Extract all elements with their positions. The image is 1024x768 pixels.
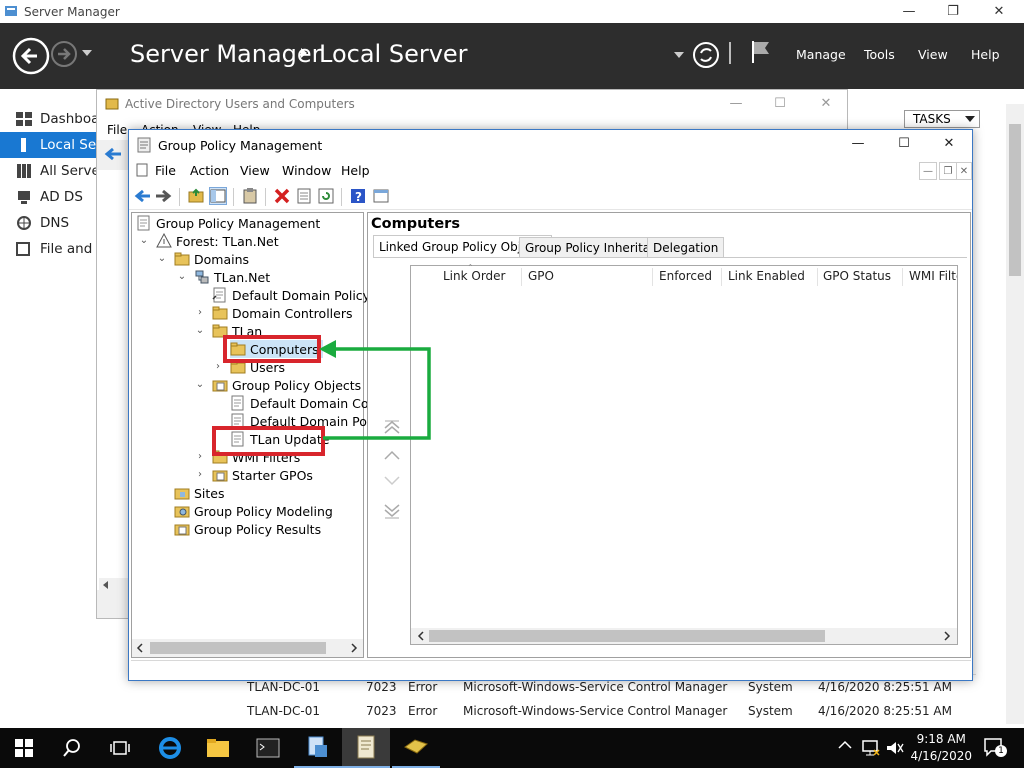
clock[interactable]: 9:18 AM 4/16/2020 — [910, 731, 972, 765]
taskbar-aduc[interactable] — [392, 728, 440, 768]
taskbar-server-manager[interactable] — [294, 728, 342, 768]
taskbar-file-explorer[interactable] — [194, 728, 242, 768]
search-button[interactable] — [48, 728, 96, 768]
server-manager-icon — [308, 736, 327, 757]
task-view-button[interactable] — [96, 728, 144, 768]
file-explorer-icon — [207, 739, 229, 757]
command-prompt-icon — [256, 738, 280, 758]
windows-logo-icon — [15, 739, 33, 757]
group-policy-icon — [357, 735, 375, 759]
internet-explorer-icon — [159, 737, 181, 759]
highlight-box-tlan-update — [212, 426, 325, 456]
volume-icon[interactable] — [886, 740, 904, 756]
annotation-arrow-line — [323, 347, 431, 440]
highlight-box-computers — [223, 335, 321, 363]
ad-users-computers-icon — [404, 739, 428, 754]
clock-time: 9:18 AM — [916, 732, 966, 746]
show-hidden-icons[interactable] — [838, 740, 852, 750]
start-button[interactable] — [0, 728, 48, 768]
search-icon — [63, 739, 80, 757]
notification-count-badge: 1 — [995, 745, 1007, 757]
annotation-arrow-head — [319, 340, 336, 358]
task-view-icon — [110, 741, 130, 755]
taskbar-powershell[interactable] — [244, 728, 292, 768]
taskbar-group-policy-management[interactable] — [342, 728, 390, 768]
annotation-overlay — [212, 335, 431, 456]
action-center-button[interactable]: 1 — [984, 738, 1007, 760]
chevron-up-icon — [838, 740, 852, 749]
clock-date: 4/16/2020 — [910, 749, 972, 763]
taskbar: 9:18 AM 4/16/2020 1 — [0, 728, 1024, 768]
taskbar-ie[interactable] — [146, 728, 194, 768]
network-icon[interactable] — [862, 739, 880, 757]
